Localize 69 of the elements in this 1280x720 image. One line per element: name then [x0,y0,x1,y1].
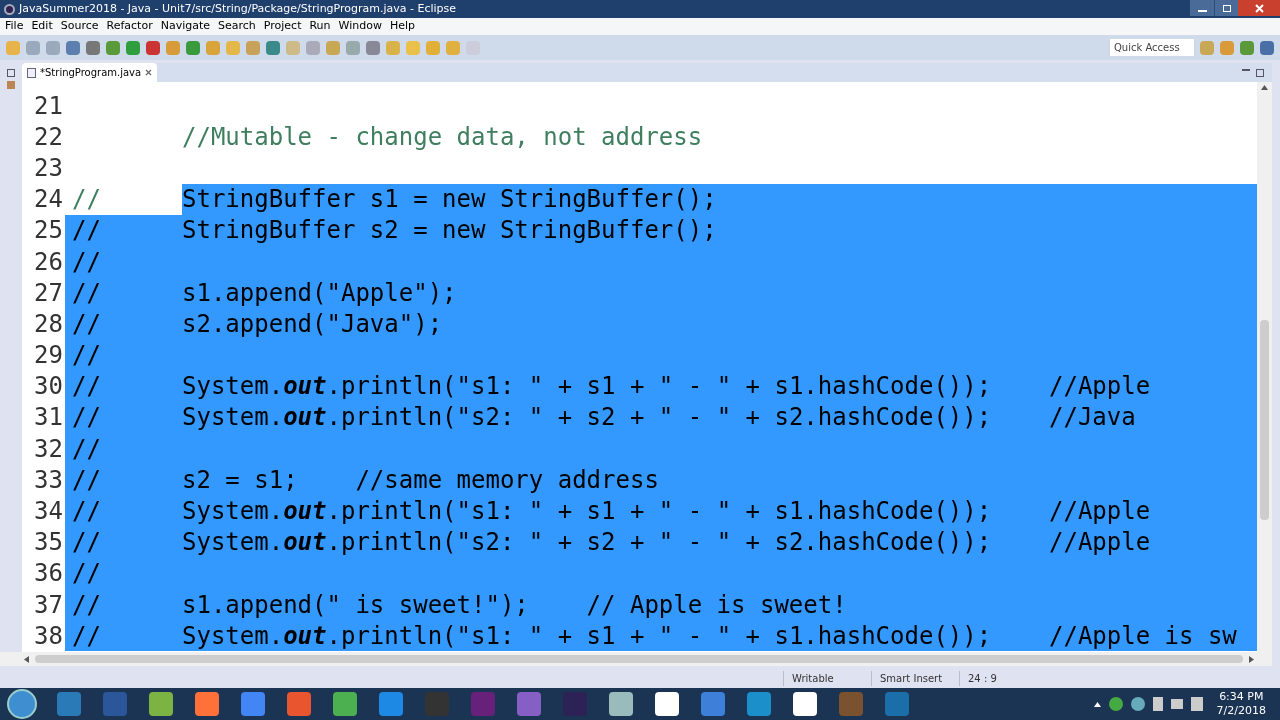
code-line: // s2 = s1; //same memory address [65,464,1257,496]
line-number: 32 [33,436,64,461]
status-field: Smart Insert [871,670,959,686]
code-line: // System.out.println("s1: " + s1 + " - " + s1.hashCode()); //Apple is sw [65,620,1257,652]
code-line: // s1.append(" is sweet!"); // Apple is sweet! [65,589,1257,621]
quick-access-field[interactable]: Quick Access [1110,39,1194,56]
scroll-thumb[interactable] [1260,320,1269,520]
code-line: // System.out.println("s1: " + s1 + " - " + s1.hashCode()); //Apple [65,495,1257,527]
menu-item[interactable]: Project [263,18,302,35]
code-line: // [65,557,1257,589]
line-number: 31 [33,405,64,430]
code-line: // StringBuffer s2 = new StringBuffer(); [65,214,1257,246]
editor-tab[interactable]: *StringProgram.java [22,63,158,82]
close-button[interactable] [1238,0,1280,16]
menu-item[interactable]: Search [218,18,256,35]
window-title: JavaSummer2018 - Java - Unit7/src/String/Package/StringProgram.java - Eclipse [19,0,457,17]
line-number: 36 [33,561,64,586]
minimize-button[interactable] [1190,0,1214,16]
status-field: 24 : 9 [959,670,1019,686]
line-number: 37 [33,592,64,617]
vertical-scrollbar[interactable] [1257,82,1272,652]
maximize-icon[interactable] [1256,68,1264,77]
line-number: 33 [33,467,64,492]
close-icon [1254,3,1264,13]
menu-item[interactable]: File [5,18,24,35]
code-line: // s1.append("Apple"); [65,277,1257,309]
line-number: 21 [33,93,64,118]
line-number: 24 [33,187,64,212]
line-number: 28 [33,311,64,336]
line-number: 26 [33,249,64,274]
code-line: // System.out.println("s2: " + s2 + " - " + s2.hashCode()); //Apple [65,526,1257,558]
menu-item[interactable]: Edit [31,18,53,35]
line-number: 22 [33,124,64,149]
scroll-right-arrow-icon[interactable] [1249,655,1254,663]
horizontal-scrollbar[interactable] [0,652,1272,666]
code-line: // [65,339,1257,371]
maximize-button[interactable] [1214,0,1238,16]
line-number: 29 [33,343,64,368]
close-icon[interactable] [145,69,153,76]
code-line: // System.out.println("s1: " + s1 + " - " + s1.hashCode()); //Apple [65,370,1257,402]
line-number: 38 [33,623,64,648]
scroll-left-arrow-icon[interactable] [24,655,29,663]
line-number: 27 [33,280,64,305]
menu-item[interactable]: Source [60,18,99,35]
tray-up-icon[interactable] [1093,701,1101,707]
line-number: 23 [33,155,64,180]
menu-item[interactable]: Refactor [106,18,153,35]
code-line: // [65,245,1257,278]
scroll-thumb[interactable] [35,655,1243,663]
clock-date: 7/2/2018 [1216,704,1266,718]
status-field: Writable [783,670,871,686]
line-number: 30 [33,374,64,399]
code-line: //Mutable - change data, not address [181,121,704,153]
code-line: // System.out.println("s2: " + s2 + " - " + s2.hashCode()); //Java [65,401,1257,434]
clock-time: 6:34 PM [1219,690,1264,704]
scroll-up-arrow-icon[interactable] [1261,85,1268,90]
eclipse-logo-icon [4,3,15,15]
menu-item[interactable]: Help [389,18,415,35]
menu-item[interactable]: Window [338,18,382,35]
line-number: 34 [33,499,64,524]
start-button[interactable] [7,689,37,719]
line-number: 35 [33,530,64,555]
menu-item[interactable]: Navigate [160,18,210,35]
line-number: 25 [33,218,64,243]
restore-icon[interactable] [7,69,15,77]
menu-item[interactable]: Run [309,18,331,35]
code-line: // [65,433,1257,465]
code-line: // s2.append("Java"); [65,308,1257,340]
minimize-icon[interactable] [1242,68,1250,71]
